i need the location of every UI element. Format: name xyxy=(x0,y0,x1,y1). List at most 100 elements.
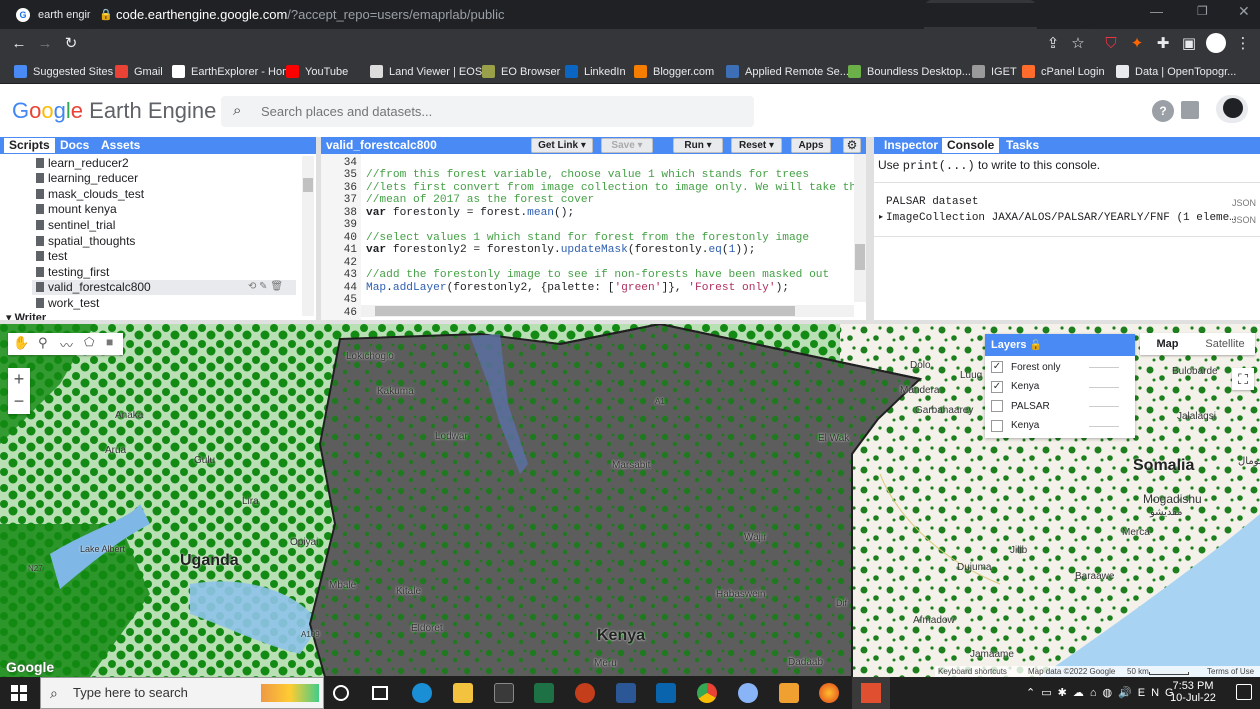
bookmark-item[interactable]: EarthExplorer - Home xyxy=(172,63,297,80)
scripts-scrollbar[interactable] xyxy=(302,156,314,316)
opacity-slider[interactable] xyxy=(1089,406,1119,407)
editor-hscroll[interactable] xyxy=(361,305,854,317)
bookmark-item[interactable]: YouTube xyxy=(286,63,348,80)
json-link-1[interactable]: JSON xyxy=(1232,198,1256,208)
keyboard-shortcuts-link[interactable]: Keyboard shortcuts xyxy=(938,667,1007,676)
close-window-icon[interactable]: ✕ xyxy=(1238,3,1250,20)
script-item[interactable]: learning_reducer xyxy=(36,171,138,186)
layer-checkbox[interactable]: ✓ xyxy=(991,361,1003,373)
windows-start-icon[interactable] xyxy=(11,685,27,701)
url-bar[interactable]: 🔒 code.earthengine.google.com/?accept_re… xyxy=(90,3,1096,27)
splitter-right[interactable] xyxy=(866,137,874,320)
task-view-icon[interactable] xyxy=(372,686,388,700)
bookmark-item[interactable]: cPanel Login xyxy=(1022,63,1105,80)
places-search[interactable]: ⌕ xyxy=(221,96,754,127)
script-item[interactable]: spatial_thoughts xyxy=(36,233,135,248)
layer-row[interactable]: ✓ Kenya xyxy=(991,378,1039,396)
tab-docs[interactable]: Docs xyxy=(55,138,94,153)
ee-logo[interactable]: Google Earth Engine xyxy=(12,98,216,124)
store-icon[interactable] xyxy=(494,683,514,703)
bookmark-item[interactable]: EO Browser xyxy=(482,63,560,80)
opacity-slider[interactable] xyxy=(1089,425,1119,427)
chrome-icon[interactable] xyxy=(697,683,717,703)
bookmark-item[interactable]: LinkedIn xyxy=(565,63,626,80)
opacity-slider[interactable] xyxy=(1089,367,1119,368)
expand-caret-icon[interactable]: ▸ xyxy=(879,212,883,221)
layer-checkbox[interactable]: ✓ xyxy=(991,380,1003,393)
share-icon[interactable]: ⇪ xyxy=(1042,33,1064,55)
bookmark-star-icon[interactable]: ☆ xyxy=(1067,33,1089,55)
bookmark-item[interactable]: Applied Remote Se... xyxy=(726,63,849,80)
script-item[interactable]: work_test xyxy=(36,295,99,310)
zoom-out-button[interactable]: − xyxy=(8,390,30,412)
script-item[interactable]: testing_first xyxy=(36,264,109,279)
file-explorer-icon[interactable] xyxy=(453,683,473,703)
layers-header[interactable]: Layers 🔓 xyxy=(985,334,1135,356)
notifications-icon[interactable] xyxy=(1236,684,1252,700)
brave-shield-icon[interactable]: ⛉ xyxy=(1100,33,1122,55)
settings-gear-icon[interactable]: ⚙ xyxy=(843,138,861,153)
firefox-icon[interactable] xyxy=(819,683,839,703)
bookmark-item[interactable]: Blogger.com xyxy=(634,63,714,80)
reset-button[interactable]: Reset ▾ xyxy=(731,138,782,153)
g-app-icon[interactable] xyxy=(779,683,799,703)
tab-assets[interactable]: Assets xyxy=(96,138,145,153)
active-app-slot[interactable] xyxy=(852,677,890,709)
forward-icon[interactable]: → xyxy=(34,33,56,55)
bookmark-item[interactable]: Data | OpenTopogr... xyxy=(1116,63,1236,80)
bookmark-item[interactable]: Suggested Sites xyxy=(14,63,113,80)
back-icon[interactable]: ← xyxy=(8,33,30,55)
restore-icon[interactable]: ❐ xyxy=(1197,4,1208,18)
script-item[interactable]: mount kenya xyxy=(36,202,117,217)
terms-link[interactable]: Terms of Use xyxy=(1207,667,1254,676)
powerpoint-icon[interactable] xyxy=(575,683,595,703)
delete-icon[interactable]: 🗑 xyxy=(270,281,283,292)
account-button[interactable] xyxy=(1216,95,1248,123)
map-type-map[interactable]: Map xyxy=(1140,333,1195,355)
run-button[interactable]: Run ▾ xyxy=(673,138,723,153)
save-button[interactable]: Save ▾ xyxy=(601,138,653,153)
script-item[interactable]: sentinel_trial xyxy=(36,217,115,232)
script-item[interactable]: mask_clouds_test xyxy=(36,186,144,201)
layer-checkbox[interactable] xyxy=(991,419,1003,432)
extension-red-icon[interactable]: ✦ xyxy=(1126,33,1148,55)
layer-checkbox[interactable] xyxy=(991,400,1003,412)
clock[interactable]: 7:53 PM 10-Jul-22 xyxy=(1168,680,1218,704)
line-icon[interactable]: 〰 xyxy=(60,335,73,354)
profile-avatar[interactable] xyxy=(1206,33,1226,53)
json-link-2[interactable]: JSON xyxy=(1232,215,1256,225)
feedback-icon[interactable] xyxy=(1181,101,1199,119)
hand-icon[interactable]: ✋ xyxy=(13,335,29,351)
edge-icon[interactable] xyxy=(412,683,432,703)
console-output-2[interactable]: ImageCollection JAXA/ALOS/PALSAR/YEARLY/… xyxy=(886,212,1236,224)
help-icon[interactable]: ? xyxy=(1152,100,1174,122)
search-input[interactable] xyxy=(261,101,741,121)
opacity-slider[interactable] xyxy=(1089,386,1119,388)
apps-button[interactable]: Apps xyxy=(791,138,831,153)
puzzle-icon[interactable]: ✚ xyxy=(1152,33,1174,55)
zoom-in-button[interactable]: + xyxy=(8,368,30,390)
tab-inspector[interactable]: Inspector xyxy=(879,138,943,153)
layer-row[interactable]: Kenya xyxy=(991,417,1039,435)
code-editor[interactable]: 34 35 36 37 38 39 40 41 42 43 44 45 46 //from this f… xyxy=(321,154,866,320)
rename-icon[interactable]: ✎ xyxy=(259,281,267,292)
excel-icon[interactable] xyxy=(534,683,554,703)
bookmark-item[interactable]: Land Viewer | EOS xyxy=(370,63,482,80)
polygon-icon[interactable]: ⬠ xyxy=(84,335,94,349)
script-item[interactable]: learn_reducer2 xyxy=(36,155,129,170)
tab-tasks[interactable]: Tasks xyxy=(1001,138,1044,153)
rectangle-icon[interactable]: ■ xyxy=(106,335,113,349)
cortana-icon[interactable] xyxy=(333,685,349,701)
history-icon[interactable]: ⟲ xyxy=(248,281,256,292)
taskbar-search[interactable]: ⌕ Type here to search xyxy=(40,677,324,709)
tab-console[interactable]: Console xyxy=(942,138,1000,153)
scale-bar-label[interactable]: 50 km xyxy=(1127,667,1149,676)
point-icon[interactable]: ⚲ xyxy=(38,335,48,351)
sidebar-icon[interactable]: ▣ xyxy=(1178,33,1200,55)
layer-row[interactable]: ✓ Forest only xyxy=(991,358,1060,376)
layer-row[interactable]: PALSAR xyxy=(991,397,1050,415)
outlook-icon[interactable] xyxy=(656,683,676,703)
tab-scripts[interactable]: Scripts xyxy=(4,138,55,153)
bookmark-item[interactable]: Gmail xyxy=(115,63,163,80)
editor-vscroll[interactable] xyxy=(854,154,866,302)
